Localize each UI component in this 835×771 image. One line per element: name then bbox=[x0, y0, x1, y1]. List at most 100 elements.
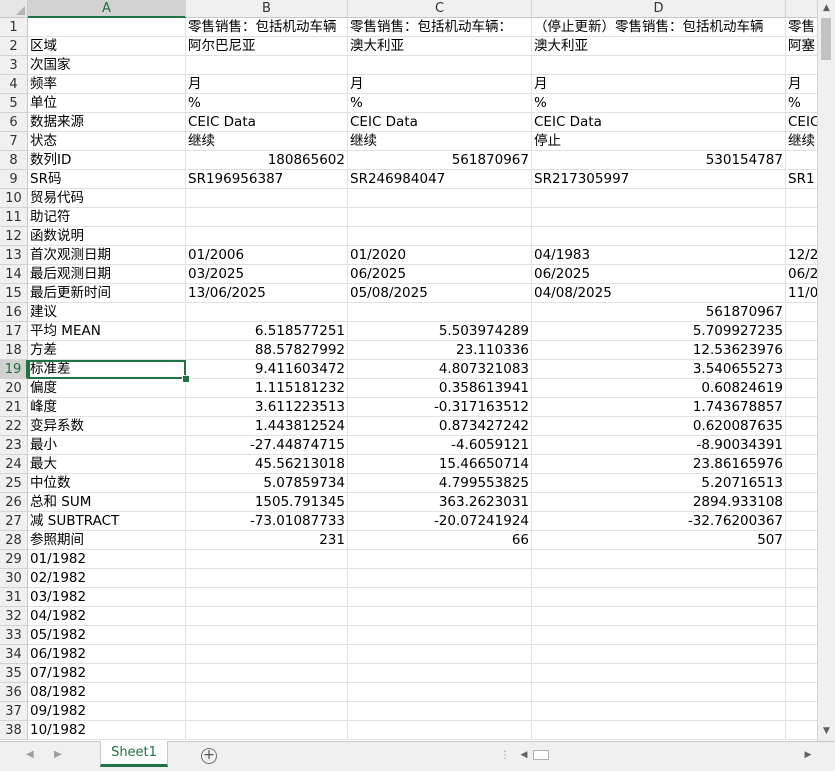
cell-d1[interactable]: （停止更新）零售销售：包括机动车辆 bbox=[532, 18, 786, 37]
cell-d23[interactable]: -8.90034391 bbox=[532, 436, 786, 455]
cell-e14[interactable]: 06/2 bbox=[786, 265, 817, 284]
cell-c12[interactable] bbox=[348, 227, 532, 246]
cell-d36[interactable] bbox=[532, 683, 786, 702]
cell-b26[interactable]: 1505.791345 bbox=[186, 493, 348, 512]
cell-e15[interactable]: 11/0 bbox=[786, 284, 817, 303]
cell-c16[interactable] bbox=[348, 303, 532, 322]
row-header-26[interactable]: 26 bbox=[0, 493, 28, 512]
cell-b12[interactable] bbox=[186, 227, 348, 246]
row-header-4[interactable]: 4 bbox=[0, 75, 28, 94]
worksheet-grid[interactable]: 零售销售：包括机动车辆 零售销售：包括机动车辆： （停止更新）零售销售：包括机动车辆… bbox=[28, 18, 817, 741]
cell-e30[interactable] bbox=[786, 569, 817, 588]
cell-c1[interactable]: 零售销售：包括机动车辆： bbox=[348, 18, 532, 37]
cell-e20[interactable] bbox=[786, 379, 817, 398]
cell-e2[interactable]: 阿塞 bbox=[786, 37, 817, 56]
cell-e36[interactable] bbox=[786, 683, 817, 702]
cell-a23[interactable]: 最小 bbox=[28, 436, 186, 455]
tab-split-handle-icon[interactable]: ⋮ bbox=[500, 750, 511, 761]
cell-b38[interactable] bbox=[186, 721, 348, 740]
row-header-24[interactable]: 24 bbox=[0, 455, 28, 474]
column-header-c[interactable]: C bbox=[348, 0, 532, 18]
cell-b17[interactable]: 6.518577251 bbox=[186, 322, 348, 341]
cell-e28[interactable] bbox=[786, 531, 817, 550]
cell-d25[interactable]: 5.20716513 bbox=[532, 474, 786, 493]
cell-b22[interactable]: 1.443812524 bbox=[186, 417, 348, 436]
cell-b28[interactable]: 231 bbox=[186, 531, 348, 550]
cell-d10[interactable] bbox=[532, 189, 786, 208]
cell-d9[interactable]: SR217305997 bbox=[532, 170, 786, 189]
horizontal-scrollbar[interactable]: ◀ ▶ bbox=[516, 747, 816, 763]
cell-d2[interactable]: 澳大利亚 bbox=[532, 37, 786, 56]
row-header-23[interactable]: 23 bbox=[0, 436, 28, 455]
cell-a16[interactable]: 建议 bbox=[28, 303, 186, 322]
cell-e11[interactable] bbox=[786, 208, 817, 227]
cell-a4[interactable]: 频率 bbox=[28, 75, 186, 94]
row-header-34[interactable]: 34 bbox=[0, 645, 28, 664]
cell-e4[interactable]: 月 bbox=[786, 75, 817, 94]
cell-a21[interactable]: 峰度 bbox=[28, 398, 186, 417]
cell-b1[interactable]: 零售销售：包括机动车辆 bbox=[186, 18, 348, 37]
row-header-27[interactable]: 27 bbox=[0, 512, 28, 531]
cell-c20[interactable]: 0.358613941 bbox=[348, 379, 532, 398]
cell-d33[interactable] bbox=[532, 626, 786, 645]
cell-c2[interactable]: 澳大利亚 bbox=[348, 37, 532, 56]
cell-b9[interactable]: SR196956387 bbox=[186, 170, 348, 189]
cell-b27[interactable]: -73.01087733 bbox=[186, 512, 348, 531]
row-header-3[interactable]: 3 bbox=[0, 56, 28, 75]
cell-e16[interactable] bbox=[786, 303, 817, 322]
cell-c24[interactable]: 15.46650714 bbox=[348, 455, 532, 474]
cell-b24[interactable]: 45.56213018 bbox=[186, 455, 348, 474]
cell-e38[interactable] bbox=[786, 721, 817, 740]
cell-d31[interactable] bbox=[532, 588, 786, 607]
row-header-20[interactable]: 20 bbox=[0, 379, 28, 398]
cell-e25[interactable] bbox=[786, 474, 817, 493]
column-header-a[interactable]: A bbox=[28, 0, 186, 18]
cell-d30[interactable] bbox=[532, 569, 786, 588]
cell-c22[interactable]: 0.873427242 bbox=[348, 417, 532, 436]
cell-c19[interactable]: 4.807321083 bbox=[348, 360, 532, 379]
cell-c31[interactable] bbox=[348, 588, 532, 607]
cell-d14[interactable]: 06/2025 bbox=[532, 265, 786, 284]
cell-e5[interactable]: % bbox=[786, 94, 817, 113]
cell-b13[interactable]: 01/2006 bbox=[186, 246, 348, 265]
cell-a15[interactable]: 最后更新时间 bbox=[28, 284, 186, 303]
cell-c36[interactable] bbox=[348, 683, 532, 702]
horizontal-scroll-thumb[interactable] bbox=[533, 750, 549, 760]
cell-d19[interactable]: 3.540655273 bbox=[532, 360, 786, 379]
sheet-tab-sheet1[interactable]: Sheet1 bbox=[100, 741, 168, 767]
cell-e31[interactable] bbox=[786, 588, 817, 607]
cell-d27[interactable]: -32.76200367 bbox=[532, 512, 786, 531]
row-header-31[interactable]: 31 bbox=[0, 588, 28, 607]
cell-b5[interactable]: % bbox=[186, 94, 348, 113]
row-header-8[interactable]: 8 bbox=[0, 151, 28, 170]
cell-b19[interactable]: 9.411603472 bbox=[186, 360, 348, 379]
row-header-13[interactable]: 13 bbox=[0, 246, 28, 265]
cell-e21[interactable] bbox=[786, 398, 817, 417]
cell-e3[interactable] bbox=[786, 56, 817, 75]
cell-a1[interactable] bbox=[28, 18, 186, 37]
cell-a5[interactable]: 单位 bbox=[28, 94, 186, 113]
cell-c23[interactable]: -4.6059121 bbox=[348, 436, 532, 455]
cell-d7[interactable]: 停止 bbox=[532, 132, 786, 151]
cell-a37[interactable]: 09/1982 bbox=[28, 702, 186, 721]
row-header-9[interactable]: 9 bbox=[0, 170, 28, 189]
cell-a9[interactable]: SR码 bbox=[28, 170, 186, 189]
cell-d5[interactable]: % bbox=[532, 94, 786, 113]
cell-c11[interactable] bbox=[348, 208, 532, 227]
fill-handle[interactable] bbox=[182, 375, 190, 383]
select-all-corner[interactable] bbox=[0, 0, 28, 18]
cell-a14[interactable]: 最后观测日期 bbox=[28, 265, 186, 284]
row-header-1[interactable]: 1 bbox=[0, 18, 28, 37]
cell-b18[interactable]: 88.57827992 bbox=[186, 341, 348, 360]
cell-a24[interactable]: 最大 bbox=[28, 455, 186, 474]
cell-e8[interactable] bbox=[786, 151, 817, 170]
cell-e34[interactable] bbox=[786, 645, 817, 664]
cell-b10[interactable] bbox=[186, 189, 348, 208]
cell-a19[interactable]: 标准差 bbox=[28, 360, 186, 379]
cell-b36[interactable] bbox=[186, 683, 348, 702]
cell-e19[interactable] bbox=[786, 360, 817, 379]
cell-c27[interactable]: -20.07241924 bbox=[348, 512, 532, 531]
cell-a2[interactable]: 区域 bbox=[28, 37, 186, 56]
row-header-12[interactable]: 12 bbox=[0, 227, 28, 246]
cell-e22[interactable] bbox=[786, 417, 817, 436]
